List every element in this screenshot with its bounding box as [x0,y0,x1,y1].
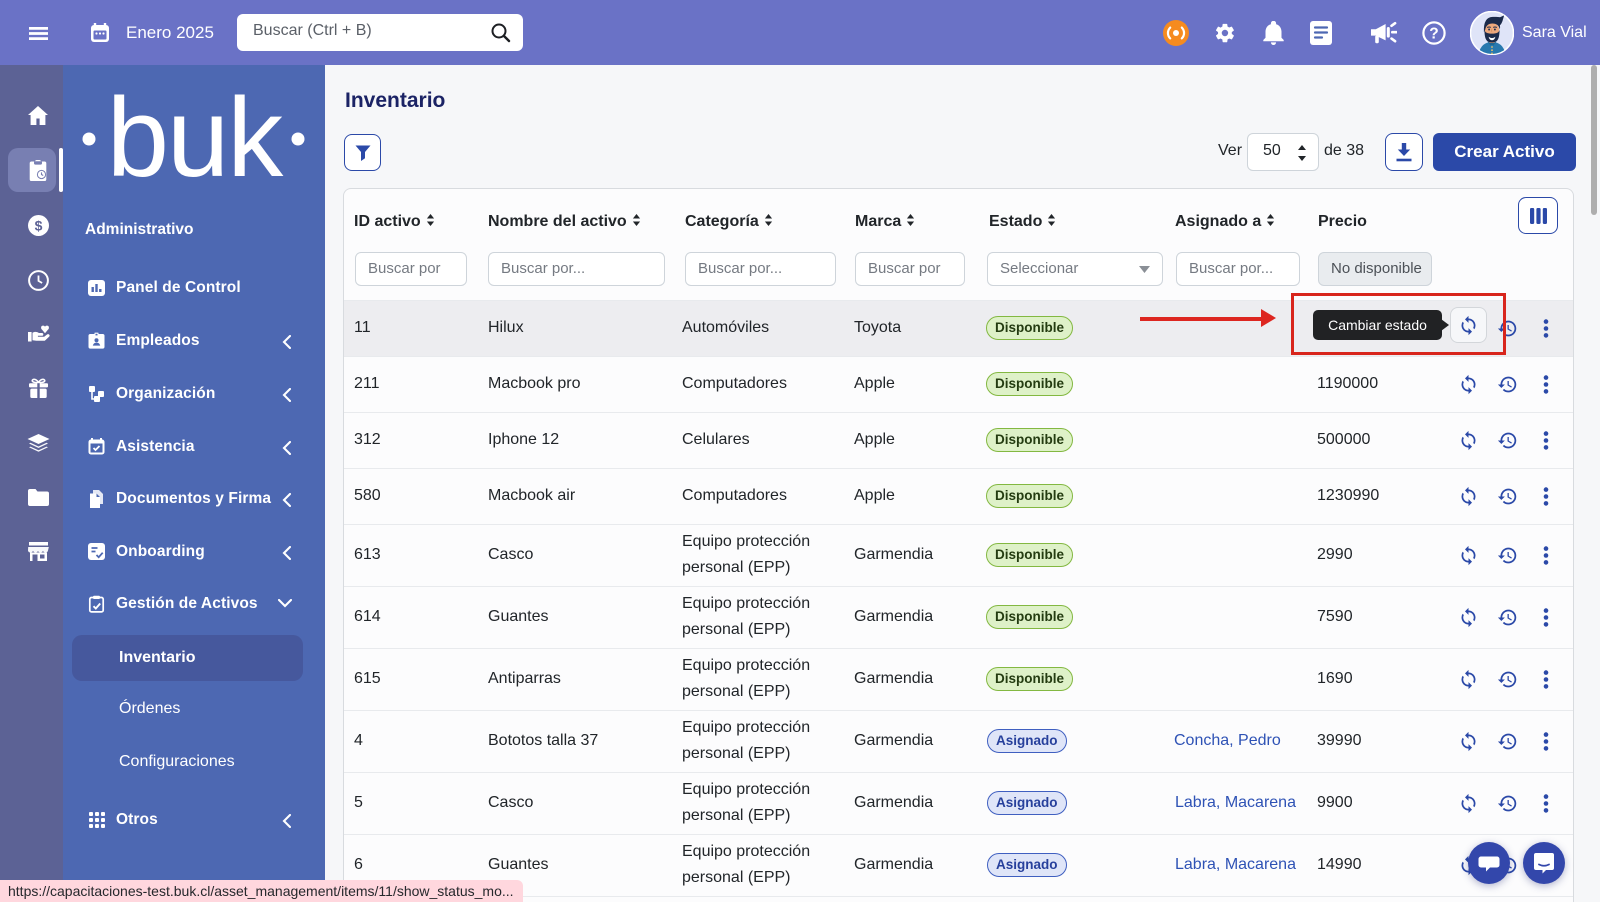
svg-text:$: $ [35,218,43,234]
svg-text:?: ? [1429,26,1438,43]
